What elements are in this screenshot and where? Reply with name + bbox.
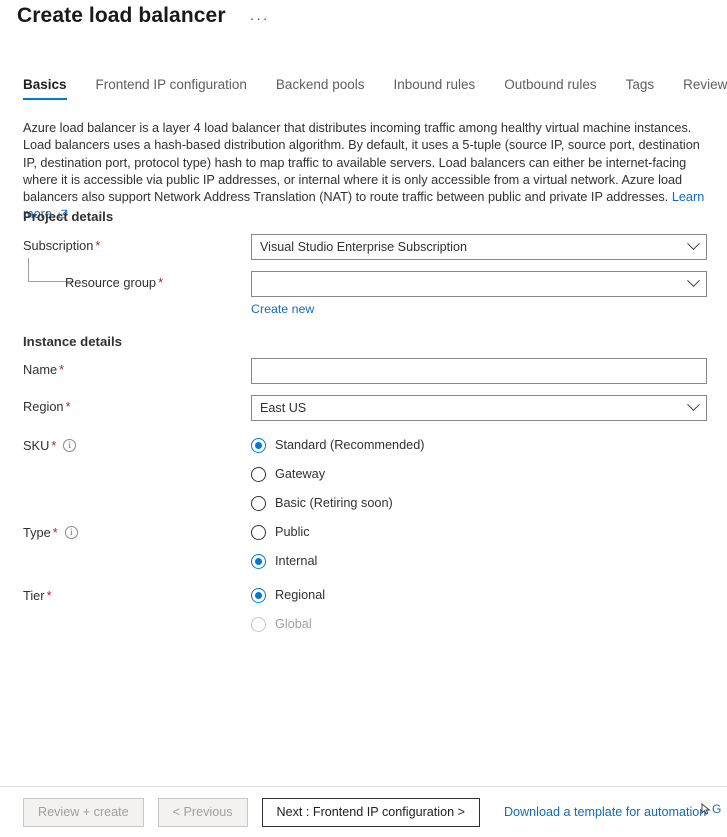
tier-label: Tier *: [23, 584, 251, 604]
resource-group-select[interactable]: [251, 271, 707, 297]
type-option-public[interactable]: Public: [251, 521, 707, 543]
radio-icon: [251, 587, 266, 603]
required-marker: *: [52, 525, 58, 540]
sku-option-gateway[interactable]: Gateway: [251, 463, 707, 485]
type-option-label: Public: [275, 524, 310, 539]
radio-icon: [251, 616, 266, 632]
name-label-text: Name: [23, 362, 58, 377]
tab-outbound-rules[interactable]: Outbound rules: [504, 76, 596, 100]
radio-icon: [251, 495, 266, 511]
cursor-artifact: G: [701, 802, 725, 820]
intro-description: Azure load balancer is a layer 4 load ba…: [23, 120, 717, 224]
required-marker: *: [51, 438, 57, 453]
tab-backend-pools[interactable]: Backend pools: [276, 76, 365, 100]
type-option-label: Internal: [275, 553, 318, 568]
create-new-resource-group-link[interactable]: Create new: [251, 302, 707, 316]
sku-option-label: Standard (Recommended): [275, 437, 425, 452]
page-header: Create load balancer ···: [0, 0, 727, 62]
tier-label-text: Tier: [23, 588, 45, 603]
tab-review-create[interactable]: Review + create: [683, 76, 727, 100]
type-label-text: Type: [23, 525, 51, 540]
wizard-tabs: Basics Frontend IP configuration Backend…: [0, 76, 727, 106]
review-create-button[interactable]: Review + create: [23, 797, 144, 827]
name-row: Name *: [23, 358, 717, 384]
create-load-balancer-page: Create load balancer ··· Basics Frontend…: [0, 0, 727, 837]
sku-option-label: Gateway: [275, 466, 326, 481]
region-select[interactable]: East US: [251, 395, 707, 421]
name-input[interactable]: [251, 358, 707, 384]
overflow-menu-icon[interactable]: ···: [246, 9, 274, 28]
region-label-text: Region: [23, 399, 64, 414]
sku-label-text: SKU: [23, 438, 50, 453]
required-marker: *: [46, 588, 52, 603]
page-title: Create load balancer: [17, 3, 226, 27]
cursor-trailing-text: G: [712, 802, 722, 816]
radio-icon: [251, 553, 266, 569]
subscription-select[interactable]: Visual Studio Enterprise Subscription: [251, 234, 707, 260]
region-value: East US: [260, 401, 307, 415]
tab-basics[interactable]: Basics: [23, 76, 67, 100]
tier-option-regional[interactable]: Regional: [251, 584, 707, 606]
tier-option-label: Global: [275, 616, 312, 631]
wizard-footer: Review + create < Previous Next : Fronte…: [0, 787, 727, 837]
project-details-heading: Project details: [23, 209, 114, 224]
instance-details-heading: Instance details: [23, 334, 122, 349]
resource-group-row: Resource group * Create new: [23, 271, 717, 316]
region-label: Region *: [23, 395, 251, 415]
region-row: Region * East US: [23, 395, 717, 421]
required-marker: *: [158, 275, 164, 290]
sku-option-label: Basic (Retiring soon): [275, 495, 393, 510]
radio-icon: [251, 437, 266, 453]
type-row: Type* Public Internal: [23, 521, 717, 572]
tier-option-label: Regional: [275, 587, 326, 602]
subscription-field: Visual Studio Enterprise Subscription: [251, 234, 707, 260]
sku-row: SKU* Standard (Recommended) Gateway Basi…: [23, 434, 717, 514]
tab-frontend-ip-configuration[interactable]: Frontend IP configuration: [96, 76, 247, 100]
subscription-label: Subscription *: [23, 234, 251, 254]
sku-radio-group: Standard (Recommended) Gateway Basic (Re…: [251, 434, 707, 514]
intro-text: Azure load balancer is a layer 4 load ba…: [23, 121, 700, 205]
sku-label: SKU *: [23, 434, 251, 454]
subscription-label-text: Subscription: [23, 238, 94, 253]
type-radio-group: Public Internal: [251, 521, 707, 572]
tier-row: Tier * Regional Global: [23, 584, 717, 635]
region-field: East US: [251, 395, 707, 421]
subscription-row: Subscription * Visual Studio Enterprise S…: [23, 234, 717, 260]
download-template-link[interactable]: Download a template for automation: [504, 805, 706, 819]
info-icon[interactable]: [64, 526, 78, 539]
sku-option-basic[interactable]: Basic (Retiring soon): [251, 492, 707, 514]
next-button[interactable]: Next : Frontend IP configuration >: [261, 797, 480, 827]
sku-option-standard[interactable]: Standard (Recommended): [251, 434, 707, 456]
subscription-value: Visual Studio Enterprise Subscription: [260, 240, 467, 254]
info-icon[interactable]: [63, 439, 77, 452]
radio-icon: [251, 466, 266, 482]
radio-icon: [251, 524, 266, 540]
required-marker: *: [95, 238, 101, 253]
type-option-internal[interactable]: Internal: [251, 550, 707, 572]
tab-inbound-rules[interactable]: Inbound rules: [393, 76, 475, 100]
name-label: Name *: [23, 358, 251, 378]
resource-group-field: Create new: [251, 271, 707, 316]
name-field: [251, 358, 707, 384]
type-label: Type *: [23, 521, 251, 541]
required-marker: *: [65, 399, 71, 414]
resource-group-label-text: Resource group: [65, 275, 157, 290]
required-marker: *: [59, 362, 65, 377]
resource-group-label: Resource group *: [23, 271, 251, 291]
previous-button[interactable]: < Previous: [157, 797, 248, 827]
tier-option-global: Global: [251, 613, 707, 635]
title-row: Create load balancer ···: [17, 3, 273, 28]
tab-tags[interactable]: Tags: [626, 76, 655, 100]
tier-radio-group: Regional Global: [251, 584, 707, 635]
